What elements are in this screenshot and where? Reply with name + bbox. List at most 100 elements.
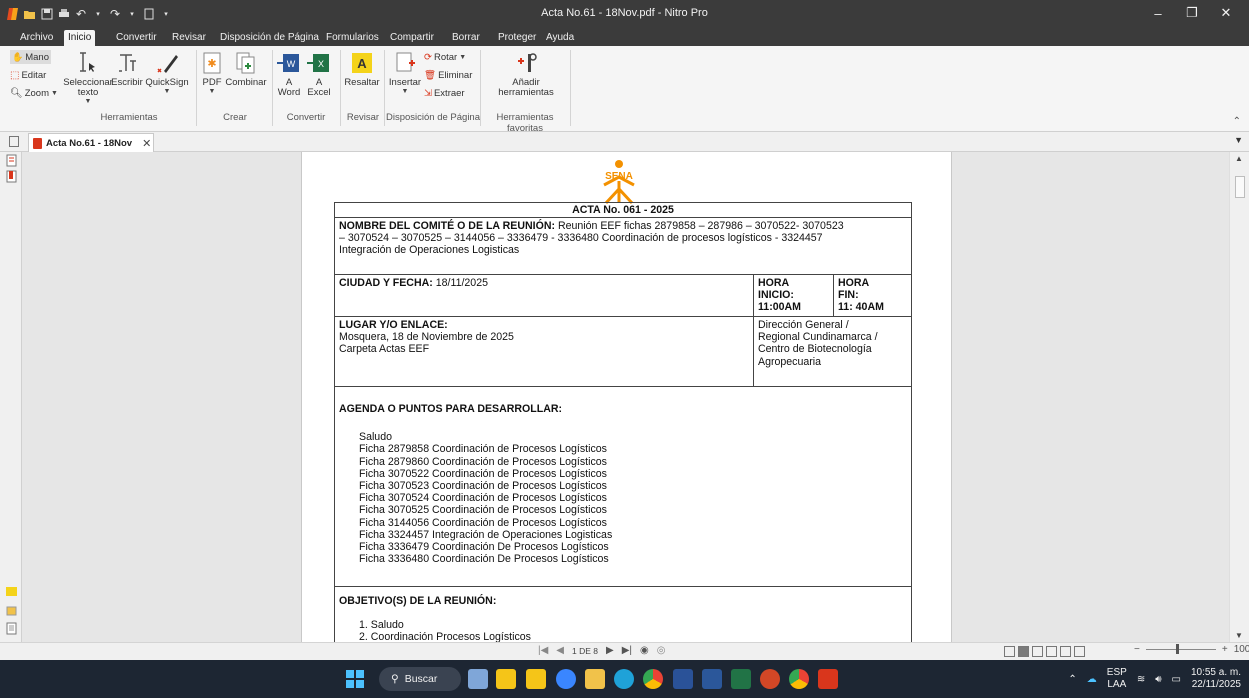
bookmarks-panel-icon[interactable] (6, 170, 17, 183)
group-separator (272, 50, 273, 126)
next-page-icon[interactable]: ▶ (606, 645, 614, 656)
add-tools-button[interactable]: Añadir herramientas (484, 48, 568, 108)
site-line-2: Regional Cundinamarca / (758, 331, 878, 344)
edge-icon[interactable] (614, 669, 634, 689)
close-tab-icon[interactable]: ✕ (142, 137, 151, 150)
combine-button[interactable]: Combinar (225, 48, 267, 108)
zoom-tool-button[interactable]: 🔍︎ Zoom ▼ (10, 86, 58, 100)
tab-archivo[interactable]: Archivo (16, 30, 57, 46)
powerpoint-taskbar-icon[interactable] (760, 669, 780, 689)
hand-tool-button[interactable]: ✋ Mano (10, 50, 51, 64)
to-excel-button[interactable]: X A Excel (306, 48, 332, 108)
zoom-in-button[interactable]: + (1222, 644, 1228, 655)
wifi-icon[interactable]: ≋ (1137, 674, 1145, 685)
clock[interactable]: 10:55 a. m. 22/11/2025 (1191, 667, 1241, 691)
continuous-view-icon[interactable] (1018, 646, 1029, 657)
extract-pages-button[interactable]: ⇲ Extraer (424, 86, 465, 100)
pdf-file-icon (33, 137, 42, 149)
tab-proteger[interactable]: Proteger (494, 30, 540, 46)
show-hidden-icons-icon[interactable]: ⌃ (1068, 674, 1076, 685)
zoom-slider-thumb[interactable] (1175, 644, 1179, 654)
svg-text:W: W (287, 59, 296, 69)
first-page-icon[interactable]: |◀ (538, 645, 548, 656)
meeting-name-label: NOMBRE DEL COMITÉ O DE LA REUNIÓN: (339, 220, 555, 232)
single-page-view-icon[interactable] (1004, 646, 1015, 657)
onedrive-icon[interactable]: ☁ (1087, 674, 1097, 685)
create-pdf-button[interactable]: ✱ PDF ▼ (200, 48, 224, 108)
zoom-slider[interactable] (1145, 644, 1216, 654)
store-icon[interactable] (673, 669, 693, 689)
pages-panel-icon[interactable] (6, 154, 17, 167)
extract-label: Extraer (433, 87, 465, 99)
fit-page-view-icon[interactable] (1074, 646, 1085, 657)
delete-pages-button[interactable]: 🗑︎ Eliminar (424, 68, 472, 82)
document-tab[interactable]: Acta No.61 - 18Nov ✕ (28, 133, 154, 152)
tab-disposicion[interactable]: Disposición de Página (216, 30, 323, 46)
taskbar-search[interactable]: ⚲ Buscar (379, 667, 461, 691)
forward-view-icon[interactable]: ◎ (657, 645, 666, 656)
fit-width-view-icon[interactable] (1060, 646, 1071, 657)
edit-tool-button[interactable]: ⬚ Editar (10, 68, 46, 82)
language-indicator[interactable]: ESP LAA (1107, 667, 1127, 691)
extract-icon: ⇲ (424, 87, 432, 99)
add-tools-icon (514, 48, 538, 78)
widgets-icon[interactable] (556, 669, 576, 689)
hand-label: Mano (25, 51, 49, 63)
rotate-button[interactable]: ⟳ Rotar ▼ (424, 50, 466, 64)
quicksign-button[interactable]: QuickSign ▼ (144, 48, 190, 108)
facing-view-icon[interactable] (1032, 646, 1043, 657)
app-pinned-2-icon[interactable] (526, 669, 546, 689)
tab-formularios[interactable]: Formularios (322, 30, 383, 46)
scroll-thumb[interactable] (1235, 176, 1245, 198)
tab-compartir[interactable]: Compartir (386, 30, 438, 46)
restore-button[interactable]: ❐ (1175, 2, 1209, 24)
last-page-icon[interactable]: ▶| (622, 645, 632, 656)
city-date-label: CIUDAD Y FECHA: (339, 277, 433, 289)
zoom-out-button[interactable]: − (1134, 644, 1140, 655)
start-time-cell: HORA INICIO: 11:00AM (754, 275, 834, 316)
search-label: Buscar (404, 673, 438, 685)
type-text-button[interactable]: Escribir (110, 48, 144, 108)
prev-page-icon[interactable]: ◀ (556, 645, 564, 656)
back-view-icon[interactable]: ◉ (640, 645, 649, 656)
minimize-button[interactable]: – (1141, 2, 1175, 24)
panel-toggle-icon[interactable] (9, 136, 19, 147)
app-pinned-1-icon[interactable] (496, 669, 516, 689)
output-panel-icon[interactable] (6, 622, 17, 635)
tab-borrar[interactable]: Borrar (448, 30, 484, 46)
comments-panel-icon[interactable] (6, 586, 17, 599)
vertical-scrollbar[interactable]: ▲ ▼ (1229, 152, 1249, 642)
meeting-name-value-2: – 3070524 – 3070525 – 3144056 – 3336479 … (339, 232, 823, 245)
edit-label: Editar (21, 69, 47, 81)
excel-taskbar-icon[interactable] (731, 669, 751, 689)
battery-icon[interactable]: ▭ (1172, 674, 1181, 685)
rotate-icon: ⟳ (424, 51, 432, 63)
group-separator (340, 50, 341, 126)
word-taskbar-icon[interactable] (702, 669, 722, 689)
to-word-button[interactable]: W A Word (276, 48, 302, 108)
select-text-button[interactable]: Seleccionar texto ▼ (63, 48, 113, 108)
insert-pages-button[interactable]: Insertar ▼ (386, 48, 424, 108)
tab-convertir[interactable]: Convertir (112, 30, 161, 46)
tab-ayuda[interactable]: Ayuda (542, 30, 578, 46)
scroll-down-icon[interactable]: ▼ (1235, 631, 1243, 640)
highlight-button[interactable]: A Resaltar (344, 48, 380, 108)
file-explorer-icon[interactable] (585, 669, 605, 689)
windows-start-icon[interactable] (345, 669, 365, 689)
tabs-dropdown-icon[interactable]: ▼ (1234, 135, 1243, 145)
tab-inicio[interactable]: Inicio (64, 30, 96, 46)
document-canvas[interactable]: SENA ACTA No. 061 - 2025 NOMBRE DEL COMI… (22, 152, 1229, 642)
attachments-panel-icon[interactable] (6, 604, 17, 617)
collapse-ribbon-icon[interactable]: ⌃ (1233, 116, 1241, 127)
nitro-taskbar-icon[interactable] (818, 669, 838, 689)
svg-text:✱: ✱ (207, 58, 216, 70)
tab-revisar[interactable]: Revisar (168, 30, 210, 46)
volume-icon[interactable]: 🔊︎ (1155, 674, 1161, 685)
close-button[interactable]: ✕ (1209, 2, 1243, 24)
task-view-icon[interactable] (468, 669, 488, 689)
page-indicator[interactable]: 1 DE 8 (572, 646, 598, 656)
facing-continuous-view-icon[interactable] (1046, 646, 1057, 657)
scroll-up-icon[interactable]: ▲ (1235, 154, 1243, 163)
chrome-profile-icon[interactable] (789, 669, 809, 689)
chrome-icon[interactable] (643, 669, 663, 689)
